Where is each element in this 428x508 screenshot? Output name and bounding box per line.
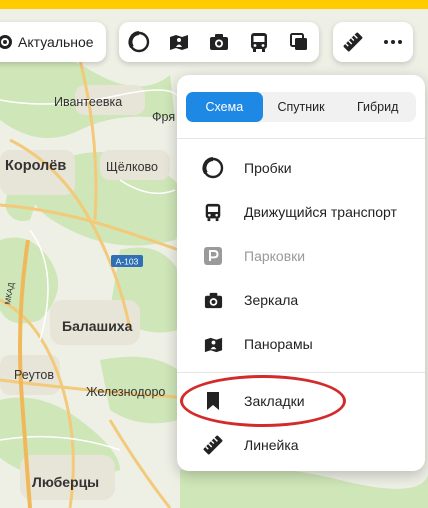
layer-item-mirrors[interactable]: Зеркала [177,280,425,320]
ruler-icon [343,32,363,52]
top-brand-bar [0,0,428,9]
place-ivanteevka: Ивантеевка [54,95,122,109]
ruler-icon [202,434,224,456]
actual-icon [0,35,12,49]
bus-icon [202,201,224,223]
parking-icon [202,245,224,267]
place-lyubertsy: Люберцы [32,474,99,490]
bookmark-icon [202,390,224,412]
place-reutov: Реутов [14,368,54,382]
layers-panel: Схема Спутник Гибрид Пробки Движущийся т… [177,75,425,471]
place-shchelkovo: Щёлково [106,160,158,174]
traffic-icon [202,157,224,179]
map-type-switcher: Схема Спутник Гибрид [186,92,416,122]
layer-item-label: Пробки [244,160,292,176]
map-type-scheme[interactable]: Схема [186,92,263,122]
map-type-hybrid[interactable]: Гибрид [339,92,416,122]
camera-icon [202,289,224,311]
panorama-icon [202,333,224,355]
panel-divider-bottom [177,372,425,373]
panorama-icon [170,35,188,50]
tool-item-ruler[interactable]: Линейка [177,425,425,465]
actual-button[interactable]: Актуальное [0,22,106,62]
tool-item-bookmarks[interactable]: Закладки [177,381,425,421]
layer-item-label: Панорамы [244,336,313,352]
panel-divider-top [177,138,425,139]
layer-item-label: Движущийся транспорт [244,204,397,220]
traffic-toggle-button[interactable] [121,24,157,60]
layers-toolbar [119,22,319,62]
layers-menu-button[interactable] [281,24,317,60]
layers-icon [290,33,307,50]
more-button[interactable] [375,24,411,60]
layer-item-label: Парковки [244,248,306,264]
tool-item-label: Закладки [244,393,305,409]
layer-item-transport[interactable]: Движущийся транспорт [177,192,425,232]
mirrors-toggle-button[interactable] [201,24,237,60]
road-shield: А-103 [111,255,143,267]
tools-toolbar [333,22,413,62]
place-balashikha: Балашиха [62,318,133,334]
place-zheleznodoro: Железнодоро [86,385,165,399]
place-korolev: Королёв [5,158,66,174]
camera-icon [210,34,228,50]
layer-item-parking[interactable]: Парковки [177,236,425,276]
layer-item-traffic[interactable]: Пробки [177,148,425,188]
panorama-toggle-button[interactable] [161,24,197,60]
traffic-icon [128,31,150,53]
tool-item-label: Линейка [244,437,299,453]
more-icon [384,40,402,44]
actual-label: Актуальное [18,34,94,50]
transport-toggle-button[interactable] [241,24,277,60]
layer-item-panoramas[interactable]: Панорамы [177,324,425,364]
ruler-button[interactable] [335,24,371,60]
place-frya: Фря [152,110,175,124]
road-shield-label: А-103 [116,257,139,267]
map-type-satellite[interactable]: Спутник [263,92,340,122]
bus-icon [251,33,267,52]
layer-item-label: Зеркала [244,292,299,308]
